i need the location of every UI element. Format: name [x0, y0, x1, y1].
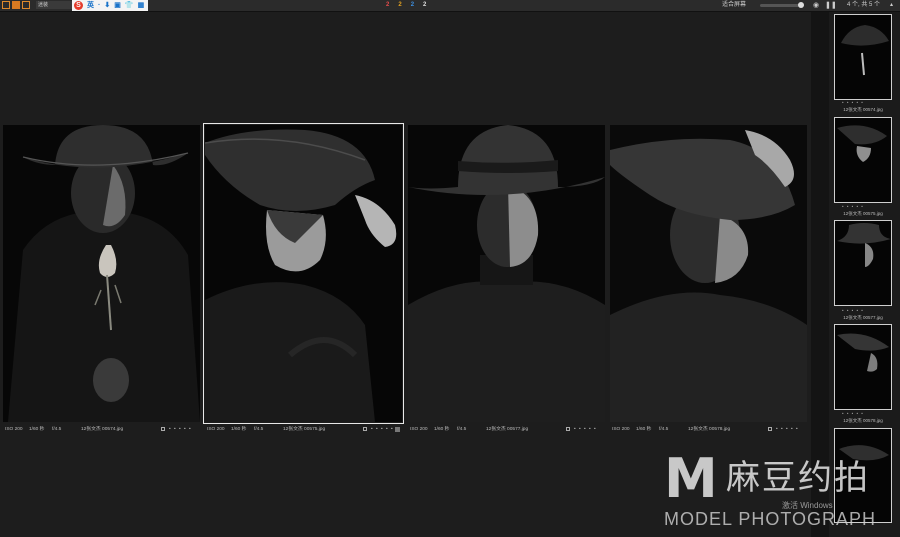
watermark-mark: M	[664, 447, 718, 510]
thumb-file-name: 12张文杰 00578.jpg	[843, 418, 883, 423]
fit-to-screen-button[interactable]: 适合屏幕	[722, 0, 746, 11]
iso-value: ISO 200	[612, 427, 630, 432]
file-name: 12张文杰 00578.jpg	[688, 427, 731, 432]
aperture-value: f/4.5	[254, 427, 264, 432]
file-name: 12张文杰 00575.jpg	[283, 427, 326, 432]
thumb-image-3	[837, 223, 891, 267]
filmstrip-thumb-3[interactable]	[834, 220, 892, 306]
photo-cell-2[interactable]	[203, 123, 404, 424]
file-name: 12张文杰 00574.jpg	[81, 427, 124, 432]
photo-meta-2: ISO 200 1/60 秒 f/4.5 12张文杰 00575.jpg • •…	[205, 426, 402, 434]
grid-view-icon[interactable]	[2, 1, 10, 9]
portrait-image-1	[3, 125, 200, 422]
portrait-image-4	[610, 125, 807, 422]
pause-icon[interactable]: ❚❚	[825, 1, 837, 10]
sogou-logo-icon[interactable]: S	[74, 1, 83, 10]
ime-language-toggle[interactable]: 英	[87, 0, 94, 11]
compare-view-icon[interactable]	[12, 1, 20, 9]
aperture-value: f/4.5	[457, 427, 467, 432]
count-white[interactable]: 2	[423, 0, 426, 11]
shutter-value: 1/60 秒	[636, 427, 652, 432]
view-mode-icons	[2, 1, 30, 9]
count-yellow[interactable]: 2	[398, 0, 401, 11]
thumb-rating-dots[interactable]: • • • • •	[842, 100, 882, 105]
ime-menu-icon[interactable]: ▦	[138, 0, 145, 11]
iso-value: ISO 200	[5, 427, 23, 432]
iso-value: ISO 200	[410, 427, 428, 432]
photo-meta-3: ISO 200 1/60 秒 f/4.5 12张文杰 00577.jpg • •…	[408, 426, 605, 434]
watermark-en: MODEL PHOTOGRAPH	[664, 509, 877, 529]
file-name: 12张文杰 00577.jpg	[486, 427, 529, 432]
count-red[interactable]: 2	[386, 0, 389, 11]
filmstrip-thumb-2[interactable]	[834, 117, 892, 203]
zoom-slider[interactable]	[760, 2, 804, 8]
thumb-rating-dots[interactable]: • • • • •	[842, 411, 882, 416]
portrait-image-2	[205, 125, 402, 422]
label-badge	[395, 427, 400, 432]
thumb-file-name: 12张文杰 00577.jpg	[843, 315, 883, 320]
mode-select[interactable]: 迷装	[36, 1, 72, 9]
portrait-image-3	[408, 125, 605, 422]
photo-cell-4[interactable]	[610, 125, 807, 422]
thumb-image-1	[841, 25, 889, 76]
shutter-value: 1/60 秒	[29, 427, 45, 432]
photo-cell-3[interactable]	[408, 125, 605, 422]
rating-dots[interactable]: • • • • •	[776, 426, 799, 434]
single-view-icon[interactable]	[22, 1, 30, 9]
shutter-value: 1/60 秒	[434, 427, 450, 432]
thumb-image-2	[837, 125, 887, 162]
shutter-value: 1/60 秒	[231, 427, 247, 432]
watermark-cn: 麻豆约拍	[726, 458, 870, 498]
zoom-slider-knob[interactable]	[798, 2, 804, 8]
rating-dots[interactable]: • • • • •	[371, 426, 394, 434]
filmstrip-thumb-4[interactable]	[834, 324, 892, 410]
photo-cell-1[interactable]	[3, 125, 200, 422]
ime-skin-icon[interactable]: 👕	[125, 0, 134, 11]
thumb-file-name: 12张文杰 00575.jpg	[843, 211, 883, 216]
eye-icon[interactable]: ◉	[813, 1, 819, 10]
watermark: M 麻豆约拍 MODEL PHOTOGRAPH	[664, 452, 900, 537]
aperture-value: f/4.5	[659, 427, 669, 432]
image-count: 4 个, 共 5 个	[847, 2, 881, 8]
thumb-image-4	[837, 333, 889, 372]
select-checkbox[interactable]	[768, 427, 772, 431]
thumb-rating-dots[interactable]: • • • • •	[842, 308, 882, 313]
rating-dots[interactable]: • • • • •	[169, 426, 192, 434]
photo-meta-1: ISO 200 1/60 秒 f/4.5 12张文杰 00574.jpg • •…	[3, 426, 200, 434]
iso-value: ISO 200	[207, 427, 225, 432]
filmstrip-thumb-1[interactable]	[834, 14, 892, 100]
count-blue[interactable]: 2	[411, 0, 414, 11]
ime-punct-icon[interactable]: ·	[98, 0, 100, 11]
select-checkbox[interactable]	[363, 427, 367, 431]
thumb-file-name: 12张文杰 00574.jpg	[843, 107, 883, 112]
ime-mic-icon[interactable]: ⬇	[104, 0, 110, 11]
select-checkbox[interactable]	[161, 427, 165, 431]
rating-dots[interactable]: • • • • •	[574, 426, 597, 434]
scroll-up-icon[interactable]: ▴	[890, 1, 893, 10]
top-toolbar: 迷装 S 英 · ⬇ ▣ 👕 ▦ 2 2 2 2 适合屏幕 ◉ ❚❚ 4 个, …	[0, 0, 900, 12]
label-counts: 2 2 2 2	[386, 0, 426, 11]
windows-activation-notice: 激活 Windows	[782, 501, 833, 510]
aperture-value: f/4.5	[52, 427, 62, 432]
ime-toolbar[interactable]: S 英 · ⬇ ▣ 👕 ▦	[72, 0, 148, 11]
thumb-rating-dots[interactable]: • • • • •	[842, 204, 882, 209]
ime-keyboard-icon[interactable]: ▣	[114, 0, 121, 11]
photo-meta-4: ISO 200 1/60 秒 f/4.5 12张文杰 00578.jpg • •…	[610, 426, 807, 434]
select-checkbox[interactable]	[566, 427, 570, 431]
